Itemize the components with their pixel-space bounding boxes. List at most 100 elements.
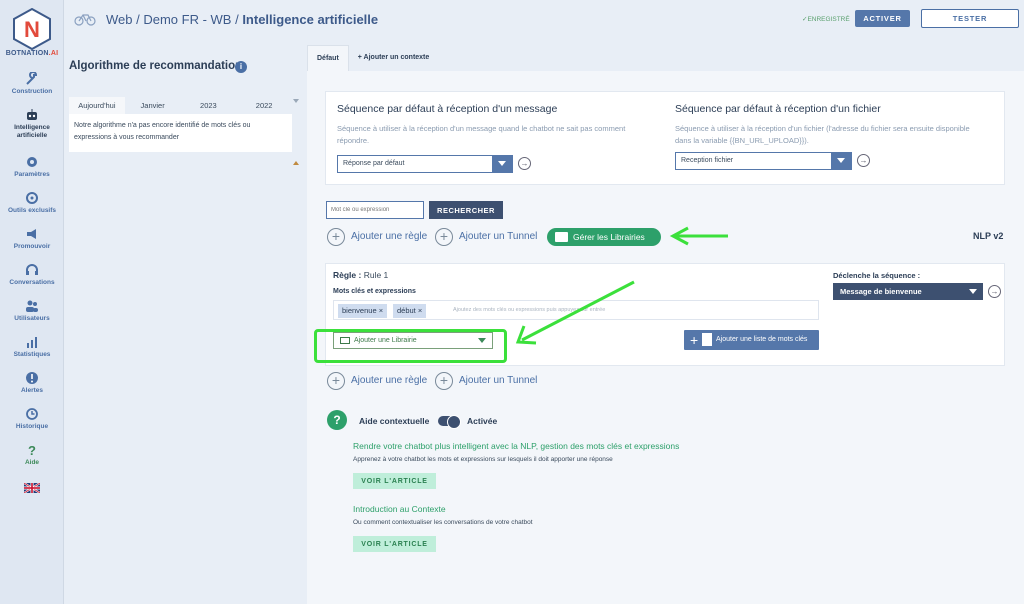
sidebar-item-users[interactable]: Utilisateurs — [0, 299, 64, 323]
chevron-down-icon — [831, 152, 851, 170]
plus-icon: + — [327, 372, 345, 390]
article-desc: Ou comment contextualiser les conversati… — [353, 519, 533, 526]
add-tunnel-link[interactable]: + Ajouter un Tunnel — [435, 228, 537, 246]
question-icon: ? — [28, 443, 36, 457]
article-desc: Apprenez à votre chatbot les mots et exp… — [353, 456, 613, 463]
add-tunnel-link[interactable]: + Ajouter un Tunnel — [435, 372, 537, 390]
svg-text:N: N — [24, 17, 40, 42]
bike-icon — [74, 14, 96, 26]
header: Web / Demo FR - WB / Intelligence artifi… — [64, 0, 1024, 40]
keywords-label: Mots clés et expressions — [333, 288, 416, 295]
megaphone-icon — [27, 229, 36, 239]
sidebar-item-conversations[interactable]: Conversations — [0, 263, 64, 287]
view-article-button[interactable]: VOIR L'ARTICLE — [353, 536, 436, 552]
add-rule-link[interactable]: + Ajouter une règle — [327, 372, 427, 390]
tools-icon — [26, 192, 38, 204]
breadcrumb-project[interactable]: Demo FR - WB — [143, 12, 231, 27]
keywords-placeholder: Ajoutez des mots clés ou expressions pui… — [453, 307, 606, 313]
help-icon: ? — [327, 410, 347, 430]
add-keyword-list-button[interactable]: + Ajouter une liste de mots clés — [684, 330, 819, 350]
breadcrumb-separator: / — [231, 12, 243, 27]
keywords-input[interactable]: bienvenue × début × Ajoutez des mots clé… — [333, 300, 819, 320]
default-message-desc: Séquence à utiliser à la réception d'un … — [337, 124, 626, 145]
plus-icon: + — [435, 372, 453, 390]
plus-icon: + — [435, 228, 453, 246]
robot-icon — [27, 109, 37, 120]
sidebar-item-settings[interactable]: Paramètres — [0, 155, 64, 179]
history-icon — [26, 408, 38, 420]
recommendation-message: Notre algorithme n'a pas encore identifi… — [69, 114, 292, 152]
test-button[interactable]: TESTER — [921, 9, 1019, 28]
nlp-version: NLP v2 — [973, 231, 1004, 241]
document-icon — [702, 333, 712, 346]
chevron-down-icon — [969, 289, 977, 294]
breadcrumb-web[interactable]: Web — [106, 12, 133, 27]
keyword-tag[interactable]: début × — [393, 304, 427, 318]
tab-2023[interactable]: 2023 — [181, 97, 237, 114]
trigger-sequence-select[interactable]: Message de bienvenue — [833, 283, 983, 300]
scrollbar[interactable] — [292, 97, 300, 167]
app-window: N BOTNATION.AI Construction Intelligence… — [0, 0, 1024, 604]
svg-text:?: ? — [28, 443, 36, 457]
tab-january[interactable]: Janvier — [125, 97, 181, 114]
context-tabs: Défaut + Ajouter un contexte — [307, 45, 438, 71]
arrow-right-icon[interactable]: → — [518, 157, 531, 170]
arrow-right-icon[interactable]: → — [988, 285, 1001, 298]
help-label: Aide contextuelle — [359, 416, 430, 426]
activate-button[interactable]: ACTIVER — [855, 10, 910, 27]
plus-icon: + — [690, 332, 699, 348]
tab-today[interactable]: Aujourd'hui — [69, 97, 125, 114]
default-sequences-card: Séquence par défaut à réception d'un mes… — [325, 91, 1005, 185]
search-input[interactable] — [326, 201, 424, 219]
users-icon — [26, 300, 38, 312]
sidebar-item-ai[interactable]: Intelligence artificielle — [0, 108, 64, 140]
chart-icon — [27, 337, 37, 348]
add-rule-link[interactable]: + Ajouter une règle — [327, 228, 427, 246]
sidebar-item-alerts[interactable]: Alertes — [0, 371, 64, 395]
headset-icon — [26, 264, 38, 275]
sidebar: N BOTNATION.AI Construction Intelligence… — [0, 0, 64, 604]
tab-default[interactable]: Défaut — [307, 45, 349, 71]
sidebar-item-stats[interactable]: Statistiques — [0, 335, 64, 359]
uk-flag-icon[interactable] — [24, 483, 40, 493]
default-message-title: Séquence par défaut à réception d'un mes… — [337, 103, 558, 115]
main-area: Défaut + Ajouter un contexte Séquence pa… — [307, 40, 1024, 604]
default-message-select[interactable]: Réponse par défaut — [337, 155, 513, 173]
manage-libraries-button[interactable]: Gérer les Librairies — [547, 228, 661, 246]
breadcrumb-separator: / — [132, 12, 144, 27]
keyword-tag[interactable]: bienvenue × — [338, 304, 388, 318]
info-icon[interactable]: i — [235, 61, 247, 73]
sidebar-item-promote[interactable]: Promouvoir — [0, 227, 64, 251]
botnation-logo[interactable]: N — [12, 8, 52, 50]
rule-title: Règle : Rule 1 — [333, 270, 389, 280]
search-button[interactable]: RECHERCHER — [429, 201, 503, 219]
breadcrumb-current: Intelligence artificielle — [242, 12, 379, 27]
saved-status: ✓ENREGISTRÉ — [802, 16, 850, 23]
tab-2022[interactable]: 2022 — [236, 97, 292, 114]
tab-add-context[interactable]: + Ajouter un contexte — [349, 45, 439, 71]
breadcrumb: Web / Demo FR - WB / Intelligence artifi… — [106, 12, 378, 27]
sidebar-item-history[interactable]: Historique — [0, 407, 64, 431]
gear-icon — [27, 157, 37, 167]
recommendation-panel: Algorithme de recommandation i Aujourd'h… — [64, 40, 302, 604]
arrow-right-icon[interactable]: → — [857, 154, 870, 167]
trigger-label: Déclenche la séquence : — [833, 271, 921, 280]
view-article-button[interactable]: VOIR L'ARTICLE — [353, 473, 436, 489]
help-toggle[interactable] — [438, 415, 461, 429]
wrench-icon — [26, 72, 38, 85]
rule-name[interactable]: Rule 1 — [364, 270, 389, 280]
default-file-select[interactable]: Reception fichier — [675, 152, 852, 170]
sidebar-item-tools[interactable]: Outils exclusifs — [0, 191, 64, 215]
sidebar-item-help[interactable]: ? Aide — [0, 443, 64, 467]
toggle-status: Activée — [467, 416, 498, 426]
book-icon — [555, 232, 568, 242]
panel-title: Algorithme de recommandation — [69, 60, 243, 72]
article-link[interactable]: Introduction au Contexte — [353, 504, 446, 514]
chevron-down-icon — [492, 155, 512, 173]
default-file-title: Séquence par défaut à réception d'un fic… — [675, 103, 881, 115]
article-link[interactable]: Rendre votre chatbot plus intelligent av… — [353, 441, 679, 451]
plus-icon: + — [327, 228, 345, 246]
highlight-box — [314, 329, 507, 363]
sidebar-item-construction[interactable]: Construction — [0, 72, 64, 96]
alert-icon — [26, 372, 38, 384]
